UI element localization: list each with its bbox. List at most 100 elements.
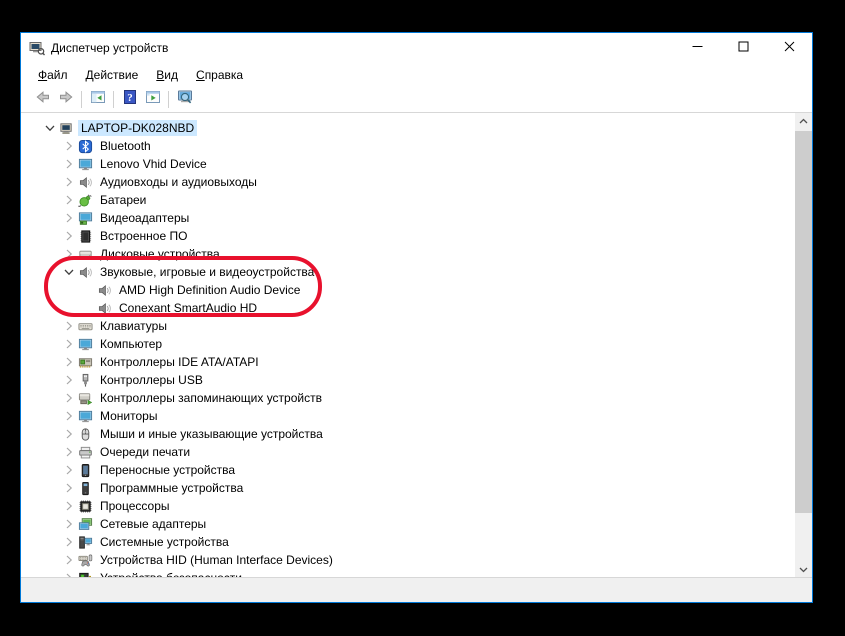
tree-item-label[interactable]: Lenovo Vhid Device	[97, 156, 210, 172]
tree-item-label[interactable]: Сетевые адаптеры	[97, 516, 209, 532]
tree-item[interactable]: Аудиовходы и аудиовыходы	[21, 173, 812, 191]
chevron-right-icon[interactable]	[61, 228, 77, 244]
chevron-right-icon[interactable]	[61, 498, 77, 514]
audio-io-icon	[96, 282, 112, 298]
tree-item-label[interactable]: Контроллеры USB	[97, 372, 206, 388]
tree-item-label[interactable]: Системные устройства	[97, 534, 232, 550]
tree-item[interactable]: Программные устройства	[21, 479, 812, 497]
chevron-right-icon[interactable]	[61, 426, 77, 442]
chevron-right-icon[interactable]	[61, 408, 77, 424]
tree-item-label[interactable]: Мониторы	[97, 408, 160, 424]
chevron-right-icon[interactable]	[61, 354, 77, 370]
tree-item[interactable]: LAPTOP-DK028NBD	[21, 119, 812, 137]
close-button[interactable]	[766, 33, 812, 63]
menu-item-действие[interactable]: Действие	[77, 65, 148, 85]
scrollbar-down-button[interactable]	[795, 561, 812, 578]
tree-item[interactable]: Батареи	[21, 191, 812, 209]
tree-item[interactable]: Встроенное ПО	[21, 227, 812, 245]
tree-item-label[interactable]: Батареи	[97, 192, 149, 208]
toolbar-scan-hardware-changes-button[interactable]	[173, 88, 196, 111]
tree-item[interactable]: Переносные устройства	[21, 461, 812, 479]
monitor-device-icon	[77, 156, 93, 172]
toolbar-properties-button[interactable]	[141, 88, 164, 111]
tree-item-label[interactable]: Мыши и иные указывающие устройства	[97, 426, 326, 442]
tree-item[interactable]: Мыши и иные указывающие устройства	[21, 425, 812, 443]
maximize-button[interactable]	[720, 33, 766, 63]
tree-item-label[interactable]: Клавиатуры	[97, 318, 170, 334]
toolbar-back-button[interactable]	[31, 88, 54, 111]
tree-item[interactable]: Контроллеры запоминающих устройств	[21, 389, 812, 407]
tree-item[interactable]: Устройства HID (Human Interface Devices)	[21, 551, 812, 569]
tree-item[interactable]: Conexant SmartAudio HD	[21, 299, 812, 317]
tree-item[interactable]: Системные устройства	[21, 533, 812, 551]
scrollbar-up-button[interactable]	[795, 113, 812, 130]
tree-item-label[interactable]: Процессоры	[97, 498, 173, 514]
chevron-right-icon[interactable]	[61, 246, 77, 262]
tree-item-label[interactable]: Контроллеры запоминающих устройств	[97, 390, 325, 406]
tree-item-label[interactable]: Устройства HID (Human Interface Devices)	[97, 552, 336, 568]
tree-item[interactable]: Lenovo Vhid Device	[21, 155, 812, 173]
tree-item-label[interactable]: Звуковые, игровые и видеоустройства	[97, 264, 317, 280]
tree-item[interactable]: Компьютер	[21, 335, 812, 353]
tree-item[interactable]: Мониторы	[21, 407, 812, 425]
toolbar-show-console-tree-button[interactable]	[86, 88, 109, 111]
tree-item-label[interactable]: Conexant SmartAudio HD	[116, 300, 260, 316]
scrollbar-thumb[interactable]	[795, 131, 812, 513]
tree-item-label[interactable]: Аудиовходы и аудиовыходы	[97, 174, 260, 190]
chevron-right-icon[interactable]	[61, 156, 77, 172]
network-adapter-icon	[77, 516, 93, 532]
chevron-right-icon[interactable]	[61, 192, 77, 208]
console-tree-icon	[90, 89, 106, 110]
menu-item-вид[interactable]: Вид	[147, 65, 187, 85]
chevron-right-icon[interactable]	[61, 552, 77, 568]
tree-item-label[interactable]: Дисковые устройства	[97, 246, 223, 262]
tree-item-label[interactable]: Bluetooth	[97, 138, 154, 154]
tree-item[interactable]: Bluetooth	[21, 137, 812, 155]
tree-item-label[interactable]: Очереди печати	[97, 444, 193, 460]
mouse-icon	[77, 426, 93, 442]
window-controls	[674, 33, 812, 63]
chevron-right-icon[interactable]	[61, 372, 77, 388]
chevron-right-icon[interactable]	[61, 444, 77, 460]
chevron-right-icon[interactable]	[61, 534, 77, 550]
chevron-right-icon[interactable]	[61, 138, 77, 154]
tree-item-label[interactable]: Контроллеры IDE ATA/ATAPI	[97, 354, 262, 370]
tree-item-label[interactable]: Программные устройства	[97, 480, 246, 496]
tree-item[interactable]: Очереди печати	[21, 443, 812, 461]
tree-item[interactable]: Контроллеры USB	[21, 371, 812, 389]
tree-item-label[interactable]: AMD High Definition Audio Device	[116, 282, 303, 298]
printer-icon	[77, 444, 93, 460]
vertical-scrollbar[interactable]	[795, 113, 812, 578]
tree-item[interactable]: Дисковые устройства	[21, 245, 812, 263]
chevron-down-icon[interactable]	[42, 120, 58, 136]
chevron-right-icon[interactable]	[61, 390, 77, 406]
toolbar-help-button[interactable]: ?	[118, 88, 141, 111]
tree-item-label[interactable]: LAPTOP-DK028NBD	[78, 120, 197, 136]
tree-item-label[interactable]: Компьютер	[97, 336, 165, 352]
arrow-right-icon	[58, 89, 74, 110]
tree-item[interactable]: Контроллеры IDE ATA/ATAPI	[21, 353, 812, 371]
tree-item-label[interactable]: Видеоадаптеры	[97, 210, 192, 226]
tree-item[interactable]: Сетевые адаптеры	[21, 515, 812, 533]
chevron-right-icon[interactable]	[61, 336, 77, 352]
chevron-right-icon[interactable]	[61, 318, 77, 334]
toolbar-forward-button[interactable]	[54, 88, 77, 111]
menu-item-файл[interactable]: Файл	[29, 65, 77, 85]
tree-item[interactable]: Процессоры	[21, 497, 812, 515]
tree-item[interactable]: Видеоадаптеры	[21, 209, 812, 227]
screenshot-canvas: Диспетчер устройств ФайлДействиеВидСправ…	[0, 0, 845, 636]
tree-item[interactable]: AMD High Definition Audio Device	[21, 281, 812, 299]
minimize-button[interactable]	[674, 33, 720, 63]
monitor-device-icon	[77, 336, 93, 352]
chevron-right-icon[interactable]	[61, 462, 77, 478]
chevron-right-icon[interactable]	[61, 480, 77, 496]
chevron-right-icon[interactable]	[61, 174, 77, 190]
chevron-right-icon[interactable]	[61, 516, 77, 532]
chevron-down-icon[interactable]	[61, 264, 77, 280]
tree-item-label[interactable]: Встроенное ПО	[97, 228, 190, 244]
tree-item[interactable]: Клавиатуры	[21, 317, 812, 335]
chevron-right-icon[interactable]	[61, 210, 77, 226]
tree-item[interactable]: Звуковые, игровые и видеоустройства	[21, 263, 812, 281]
tree-item-label[interactable]: Переносные устройства	[97, 462, 238, 478]
menu-item-справка[interactable]: Справка	[187, 65, 252, 85]
